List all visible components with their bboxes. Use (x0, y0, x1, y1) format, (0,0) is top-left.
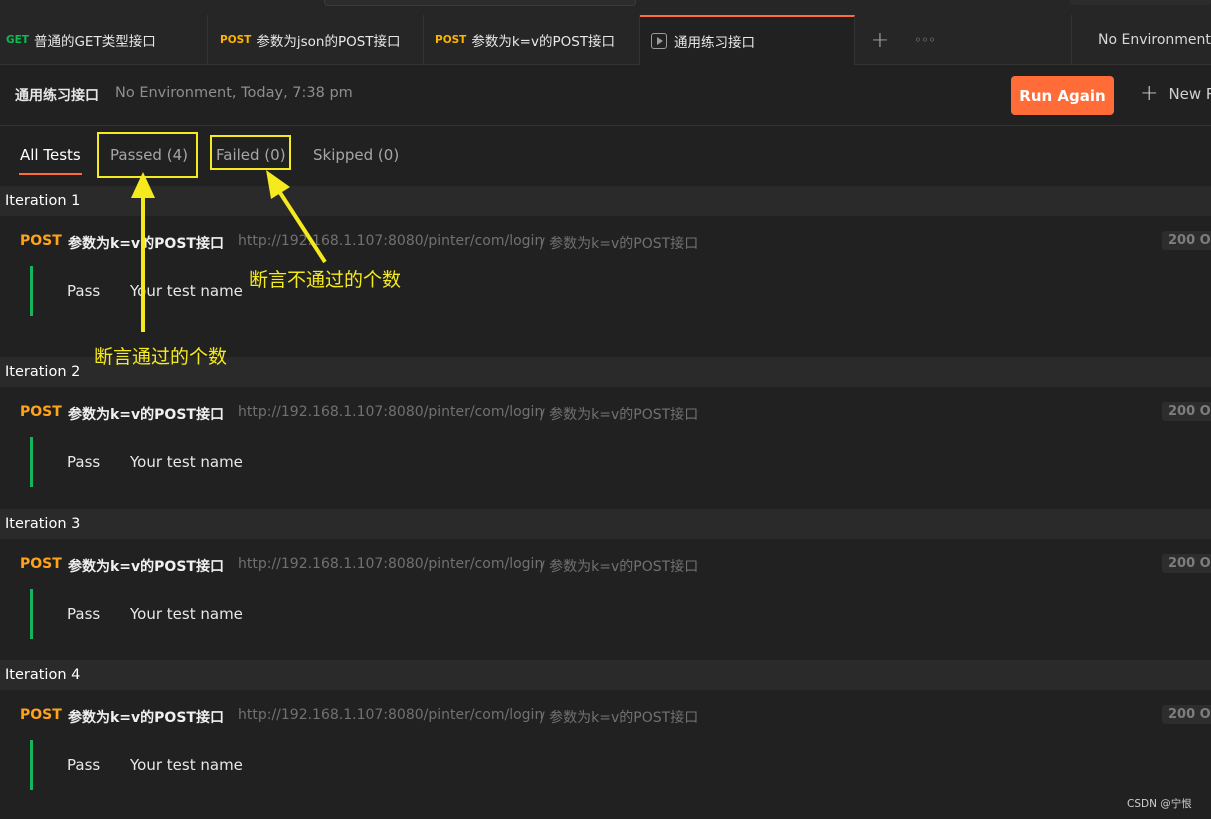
arrow-failed-head (266, 170, 290, 199)
passed-annotation-text: 断言通过的个数 (94, 346, 228, 368)
watermark: CSDN @宁恨 (1127, 798, 1192, 810)
annotation-arrows (131, 170, 327, 332)
failed-annotation-text: 断言不通过的个数 (249, 269, 402, 291)
arrow-passed-head (131, 172, 155, 198)
arrow-failed-shaft (275, 186, 327, 264)
